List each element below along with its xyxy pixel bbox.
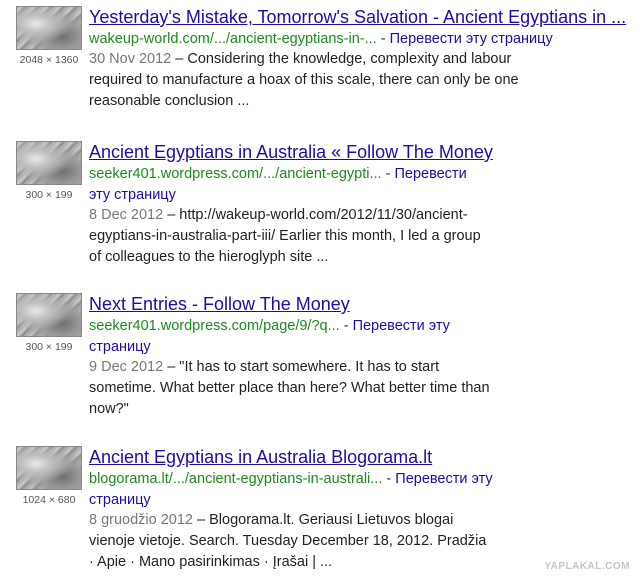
result-text-column: Yesterday's Mistake, Tomorrow's Salvatio…	[89, 6, 634, 112]
image-size-label: 300 × 199	[25, 189, 73, 201]
snippet-text: – Considering the knowledge, complexity …	[171, 51, 512, 67]
result-thumbnail-image[interactable]	[16, 141, 82, 185]
translate-link-continued[interactable]: страницу	[89, 339, 151, 355]
result-url: seeker401.wordpress.com/page/9/?q...	[89, 318, 340, 334]
snippet-line: 8 gruodžio 2012 – Blogorama.lt. Geriausi…	[89, 510, 634, 531]
result-date: 8 gruodžio 2012	[89, 512, 193, 528]
result-url: seeker401.wordpress.com/.../ancient-egyp…	[89, 166, 382, 182]
result-snippet: 8 Dec 2012 – http://wakeup-world.com/201…	[89, 205, 634, 268]
result-snippet: 30 Nov 2012 – Considering the knowledge,…	[89, 49, 634, 112]
translate-link-continued[interactable]: страницу	[89, 492, 151, 508]
result-title-link[interactable]: Ancient Egyptians in Australia Blogorama…	[89, 446, 634, 468]
snippet-text: – "It has to start somewhere. It has to …	[163, 359, 440, 375]
result-date: 30 Nov 2012	[89, 51, 172, 67]
snippet-line: reasonable conclusion ...	[89, 93, 250, 109]
result-thumbnail-image[interactable]	[16, 6, 82, 50]
snippet-line: 8 Dec 2012 – http://wakeup-world.com/201…	[89, 205, 634, 226]
result-meta: seeker401.wordpress.com/.../ancient-egyp…	[89, 164, 634, 184]
image-size-label: 2048 × 1360	[19, 54, 79, 66]
translate-link[interactable]: Перевести эту	[395, 471, 492, 487]
result-thumbnail-image[interactable]	[16, 293, 82, 337]
result-url: blogorama.lt/.../ancient-egyptians-in-au…	[89, 471, 383, 487]
snippet-line: egyptians-in-australia-part-iii/ Earlier…	[89, 228, 481, 244]
separator: -	[381, 166, 395, 182]
translate-link[interactable]: Перевести эту	[353, 318, 450, 334]
result-date: 8 Dec 2012	[89, 207, 164, 223]
result-meta: seeker401.wordpress.com/page/9/?q... - П…	[89, 316, 634, 336]
result-title-link[interactable]: Ancient Egyptians in Australia « Follow …	[89, 141, 634, 163]
snippet-line: sometime. What better place than here? W…	[89, 380, 490, 396]
result-meta-continued: страницу	[89, 337, 634, 357]
result-meta: blogorama.lt/.../ancient-egyptians-in-au…	[89, 469, 634, 489]
snippet-text: – http://wakeup-world.com/2012/11/30/anc…	[163, 207, 468, 223]
snippet-line: required to manufacture a hoax of this s…	[89, 72, 519, 88]
result-title-link[interactable]: Yesterday's Mistake, Tomorrow's Salvatio…	[89, 6, 634, 28]
image-size-label: 300 × 199	[25, 341, 73, 353]
result-thumbnail-image[interactable]	[16, 446, 82, 490]
result-meta: wakeup-world.com/.../ancient-egyptians-i…	[89, 29, 634, 49]
result-text-column: Ancient Egyptians in Australia « Follow …	[89, 141, 634, 268]
translate-link-continued[interactable]: эту страницу	[89, 187, 176, 203]
result-url: wakeup-world.com/.../ancient-egyptians-i…	[89, 31, 377, 47]
result-text-column: Ancient Egyptians in Australia Blogorama…	[89, 446, 634, 573]
snippet-line: of colleagues to the hieroglyph site ...	[89, 249, 329, 265]
image-size-label: 1024 × 680	[22, 494, 76, 506]
result-thumbnail-column: 1024 × 680	[14, 446, 84, 506]
snippet-line: vienoje vietoje. Search. Tuesday Decembe…	[89, 533, 487, 549]
snippet-text: – Blogorama.lt. Geriausi Lietuvos blogai	[193, 512, 454, 528]
result-thumbnail-column: 2048 × 1360	[14, 6, 84, 66]
separator: -	[382, 471, 396, 487]
result-meta-continued: эту страницу	[89, 185, 634, 205]
snippet-line: now?"	[89, 401, 129, 417]
separator: -	[339, 318, 353, 334]
result-thumbnail-column: 300 × 199	[14, 293, 84, 353]
separator: -	[376, 31, 390, 47]
result-text-column: Next Entries - Follow The Money seeker40…	[89, 293, 634, 420]
result-meta-continued: страницу	[89, 490, 634, 510]
snippet-line: 30 Nov 2012 – Considering the knowledge,…	[89, 49, 634, 70]
result-date: 9 Dec 2012	[89, 359, 164, 375]
snippet-line: 9 Dec 2012 – "It has to start somewhere.…	[89, 357, 634, 378]
result-thumbnail-column: 300 × 199	[14, 141, 84, 201]
result-snippet: 9 Dec 2012 – "It has to start somewhere.…	[89, 357, 634, 420]
translate-link[interactable]: Перевести	[394, 166, 466, 182]
translate-link[interactable]: Перевести эту страницу	[390, 31, 553, 47]
result-title-link[interactable]: Next Entries - Follow The Money	[89, 293, 634, 315]
watermark-logo: YAPLAKAL.COM	[544, 561, 630, 572]
